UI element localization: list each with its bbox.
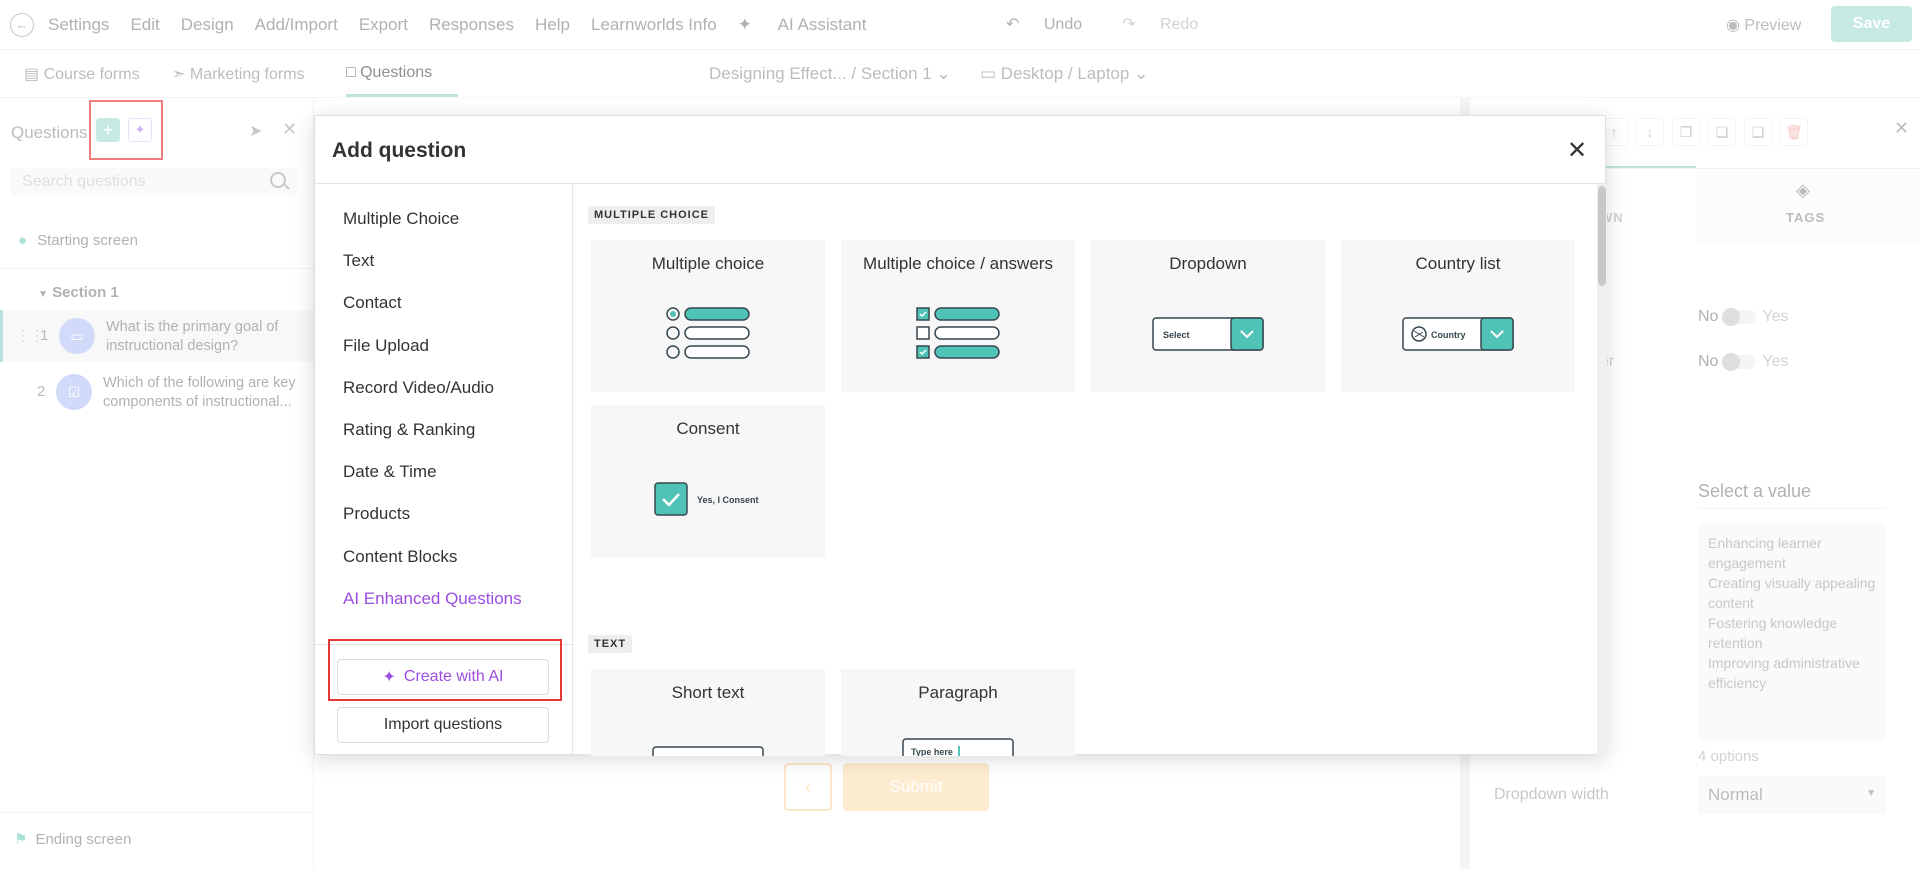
category-rating-ranking[interactable]: Rating & Ranking [343, 420, 522, 462]
card-short-text[interactable]: Short text [591, 669, 825, 756]
category-contact[interactable]: Contact [343, 293, 522, 335]
scrollbar-thumb[interactable] [1598, 186, 1606, 286]
card-multiple-choice-answers[interactable]: Multiple choice / answers [841, 240, 1075, 392]
card-consent[interactable]: Consent Yes, I Consent [591, 405, 825, 557]
short-text-illustration [652, 746, 764, 756]
card-country-list[interactable]: Country list Country [1341, 240, 1575, 392]
category-date-time[interactable]: Date & Time [343, 462, 522, 504]
category-multiple-choice[interactable]: Multiple Choice [343, 209, 522, 251]
close-icon[interactable]: ✕ [1567, 136, 1587, 165]
category-record-video-audio[interactable]: Record Video/Audio [343, 378, 522, 420]
card-title: Consent [676, 419, 740, 438]
card-title: Paragraph [918, 683, 998, 702]
card-title: Multiple choice [651, 254, 765, 273]
consent-illustration: Yes, I Consent [654, 482, 759, 516]
illustration-text: Country [1431, 330, 1466, 340]
radio-list-illustration [666, 307, 750, 359]
section-label: TEXT [588, 635, 633, 653]
dropdown-illustration: Select [1152, 317, 1264, 351]
card-title: Short text [671, 683, 745, 702]
card-title: Dropdown [1169, 254, 1247, 273]
card-paragraph[interactable]: Paragraph Type here [841, 669, 1075, 756]
question-types-grid: MULTIPLE CHOICE Multiple choice Multiple… [573, 184, 1595, 756]
category-list: Multiple Choice Text Contact File Upload… [343, 209, 522, 631]
card-title: Multiple choice / answers [863, 254, 1053, 273]
country-list-illustration: Country [1402, 317, 1514, 351]
category-ai-enhanced[interactable]: AI Enhanced Questions [343, 589, 522, 631]
category-products[interactable]: Products [343, 504, 522, 546]
category-file-upload[interactable]: File Upload [343, 336, 522, 378]
illustration-text: Select [1163, 330, 1190, 340]
category-text[interactable]: Text [343, 251, 522, 293]
import-questions-button[interactable]: Import questions [337, 707, 549, 743]
section-label: MULTIPLE CHOICE [588, 206, 716, 224]
illustration-text: Yes, I Consent [697, 495, 759, 505]
illustration-text: Type here [911, 747, 953, 756]
card-title: Country list [1415, 254, 1501, 273]
card-dropdown[interactable]: Dropdown Select [1091, 240, 1325, 392]
highlight-box [328, 639, 562, 701]
modal-title: Add question [332, 139, 467, 162]
category-content-blocks[interactable]: Content Blocks [343, 547, 522, 589]
checkbox-list-illustration [916, 307, 1000, 359]
card-multiple-choice[interactable]: Multiple choice [591, 240, 825, 392]
paragraph-illustration: Type here [902, 738, 1014, 756]
add-question-modal: Add question ✕ Multiple Choice Text Cont… [314, 115, 1607, 756]
